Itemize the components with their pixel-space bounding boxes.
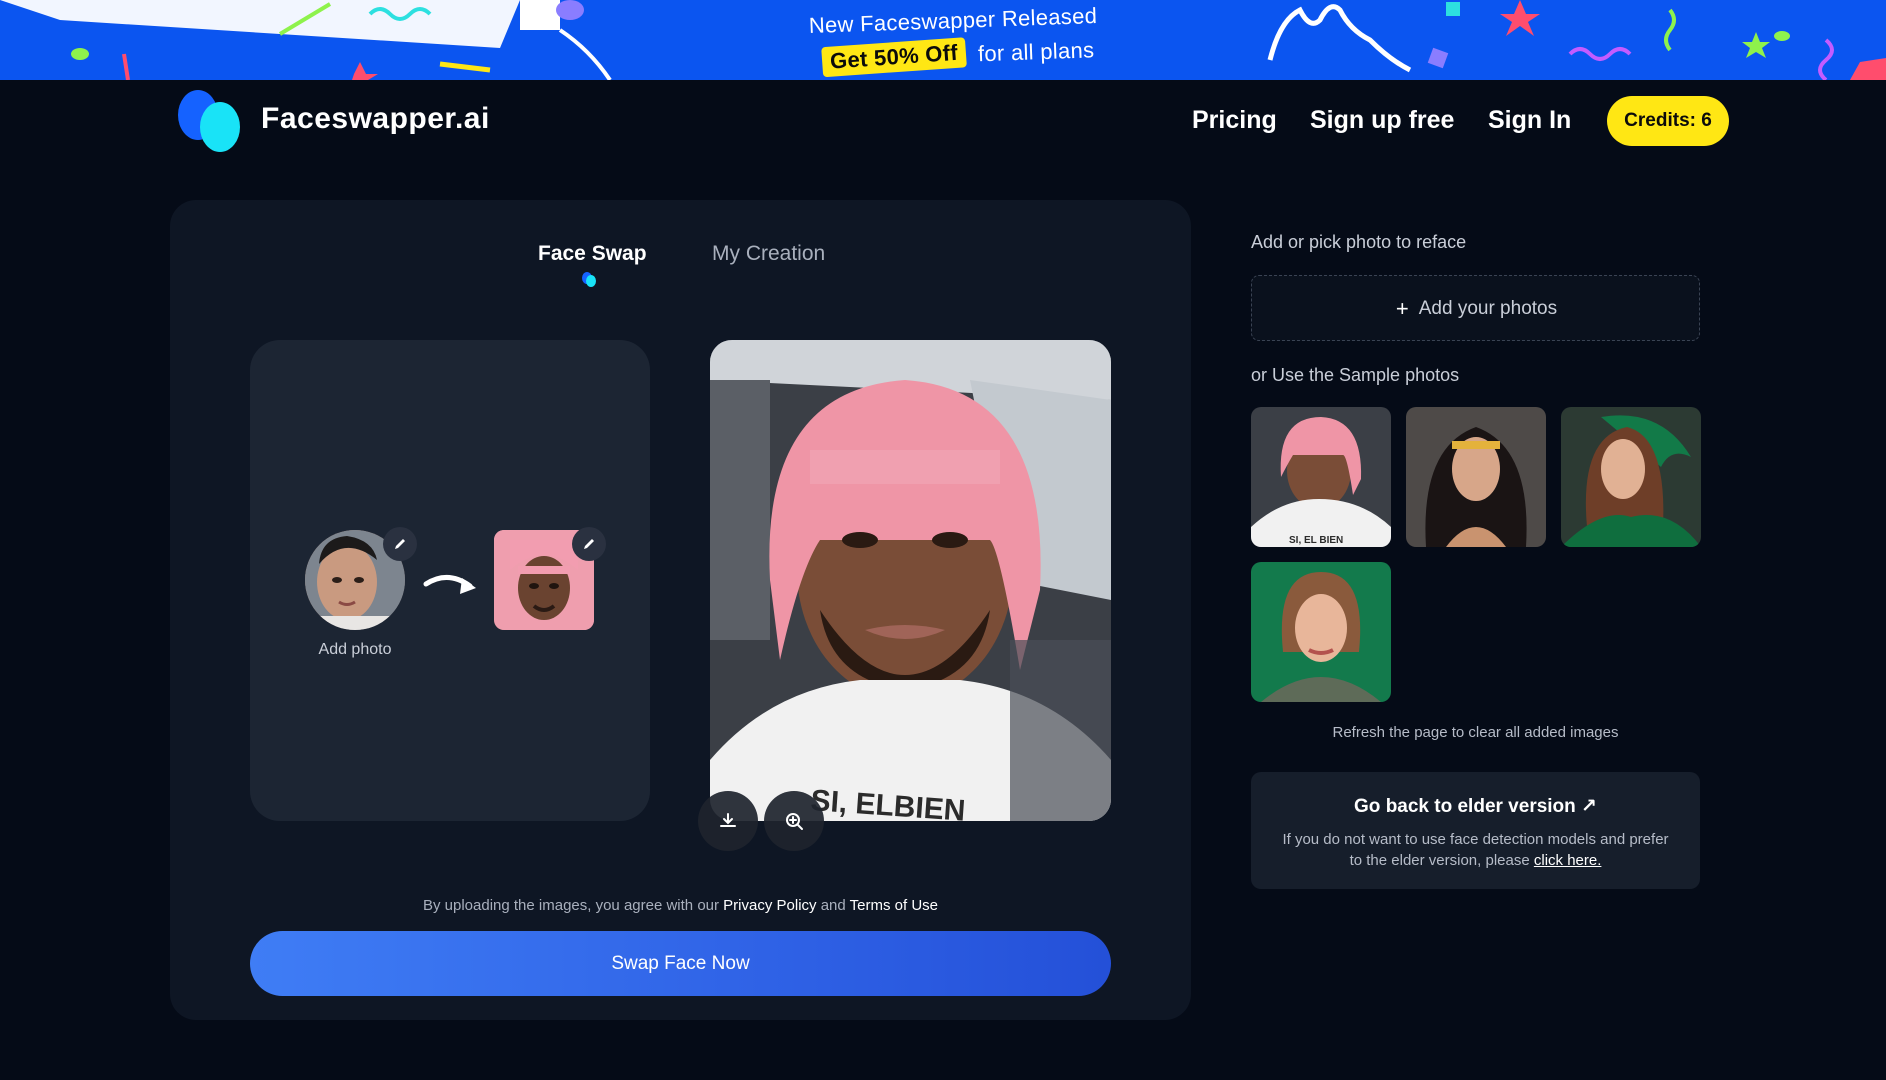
promo-banner[interactable]: New Faceswapper Released Get 50% Off for… bbox=[0, 0, 1886, 80]
sample-photos-heading: or Use the Sample photos bbox=[1251, 365, 1460, 385]
elder-version-description: If you do not want to use face detection… bbox=[1271, 829, 1680, 871]
add-photos-label: Add your photos bbox=[1418, 298, 1558, 319]
tab-face-swap[interactable]: Face Swap bbox=[538, 242, 647, 266]
consent-prefix: By uploading the images, you agree with … bbox=[422, 897, 719, 914]
face-swap-panel: Face Swap My Creation Add photo SI, ELBI… bbox=[170, 200, 1191, 1020]
nav-pricing[interactable]: Pricing bbox=[1192, 106, 1277, 135]
elder-version-title[interactable]: Go back to elder version ↗ bbox=[1251, 795, 1700, 818]
svg-text:SI, EL BIEN: SI, EL BIEN bbox=[1289, 535, 1343, 546]
swap-arrow-icon bbox=[423, 575, 476, 594]
sample-photo-1[interactable]: SI, EL BIEN bbox=[1251, 407, 1391, 547]
pencil-icon bbox=[584, 539, 594, 549]
banner-text: New Faceswapper Released Get 50% Off for… bbox=[0, 3, 1886, 78]
add-photo-heading: Add or pick photo to reface bbox=[1251, 232, 1467, 252]
elder-version-link[interactable]: click here. bbox=[1534, 852, 1602, 869]
download-icon bbox=[720, 813, 736, 827]
consent-and: and bbox=[820, 897, 846, 914]
nav-sign-in[interactable]: Sign In bbox=[1488, 106, 1571, 135]
pencil-icon bbox=[395, 539, 405, 549]
swap-face-button[interactable]: Swap Face Now bbox=[250, 931, 1111, 996]
credits-button[interactable]: Credits: 6 bbox=[1607, 96, 1729, 146]
logo-icon[interactable] bbox=[178, 88, 244, 156]
add-photos-dropzone[interactable]: + Add your photos bbox=[1251, 275, 1700, 341]
banner-offer-rest: for all plans bbox=[977, 37, 1095, 67]
zoom-button[interactable] bbox=[764, 791, 824, 851]
zoom-in-icon bbox=[786, 813, 803, 830]
elder-desc-line1: If you do not want to use face detection… bbox=[1282, 831, 1669, 848]
add-photo-label[interactable]: Add photo bbox=[305, 641, 405, 659]
sample-photo-3[interactable] bbox=[1561, 407, 1701, 547]
edit-target-button[interactable] bbox=[572, 527, 606, 561]
elder-desc-line2: to the elder version, please bbox=[1349, 852, 1530, 869]
source-face-box: Add photo bbox=[250, 340, 650, 821]
active-tab-indicator bbox=[582, 272, 597, 287]
nav-sign-up[interactable]: Sign up free bbox=[1310, 106, 1454, 135]
sample-photo-4[interactable] bbox=[1251, 562, 1391, 702]
plus-icon: + bbox=[1395, 296, 1409, 321]
consent-text: By uploading the images, you agree with … bbox=[170, 897, 1191, 914]
result-preview: SI, ELBIEN bbox=[710, 340, 1111, 821]
download-button[interactable] bbox=[698, 791, 758, 851]
tab-my-creation[interactable]: My Creation bbox=[712, 242, 825, 266]
site-header: Faceswapper.ai Pricing Sign up free Sign… bbox=[0, 80, 1886, 164]
brand-name[interactable]: Faceswapper.ai bbox=[261, 102, 490, 136]
privacy-policy-link[interactable]: Privacy Policy bbox=[723, 897, 816, 914]
sample-photo-2[interactable] bbox=[1406, 407, 1546, 547]
refresh-note: Refresh the page to clear all added imag… bbox=[1332, 724, 1619, 741]
result-image: SI, ELBIEN bbox=[710, 340, 1111, 821]
edit-source-button[interactable] bbox=[383, 527, 417, 561]
elder-version-card: Go back to elder version ↗ If you do not… bbox=[1251, 772, 1700, 889]
terms-of-use-link[interactable]: Terms of Use bbox=[850, 897, 938, 914]
